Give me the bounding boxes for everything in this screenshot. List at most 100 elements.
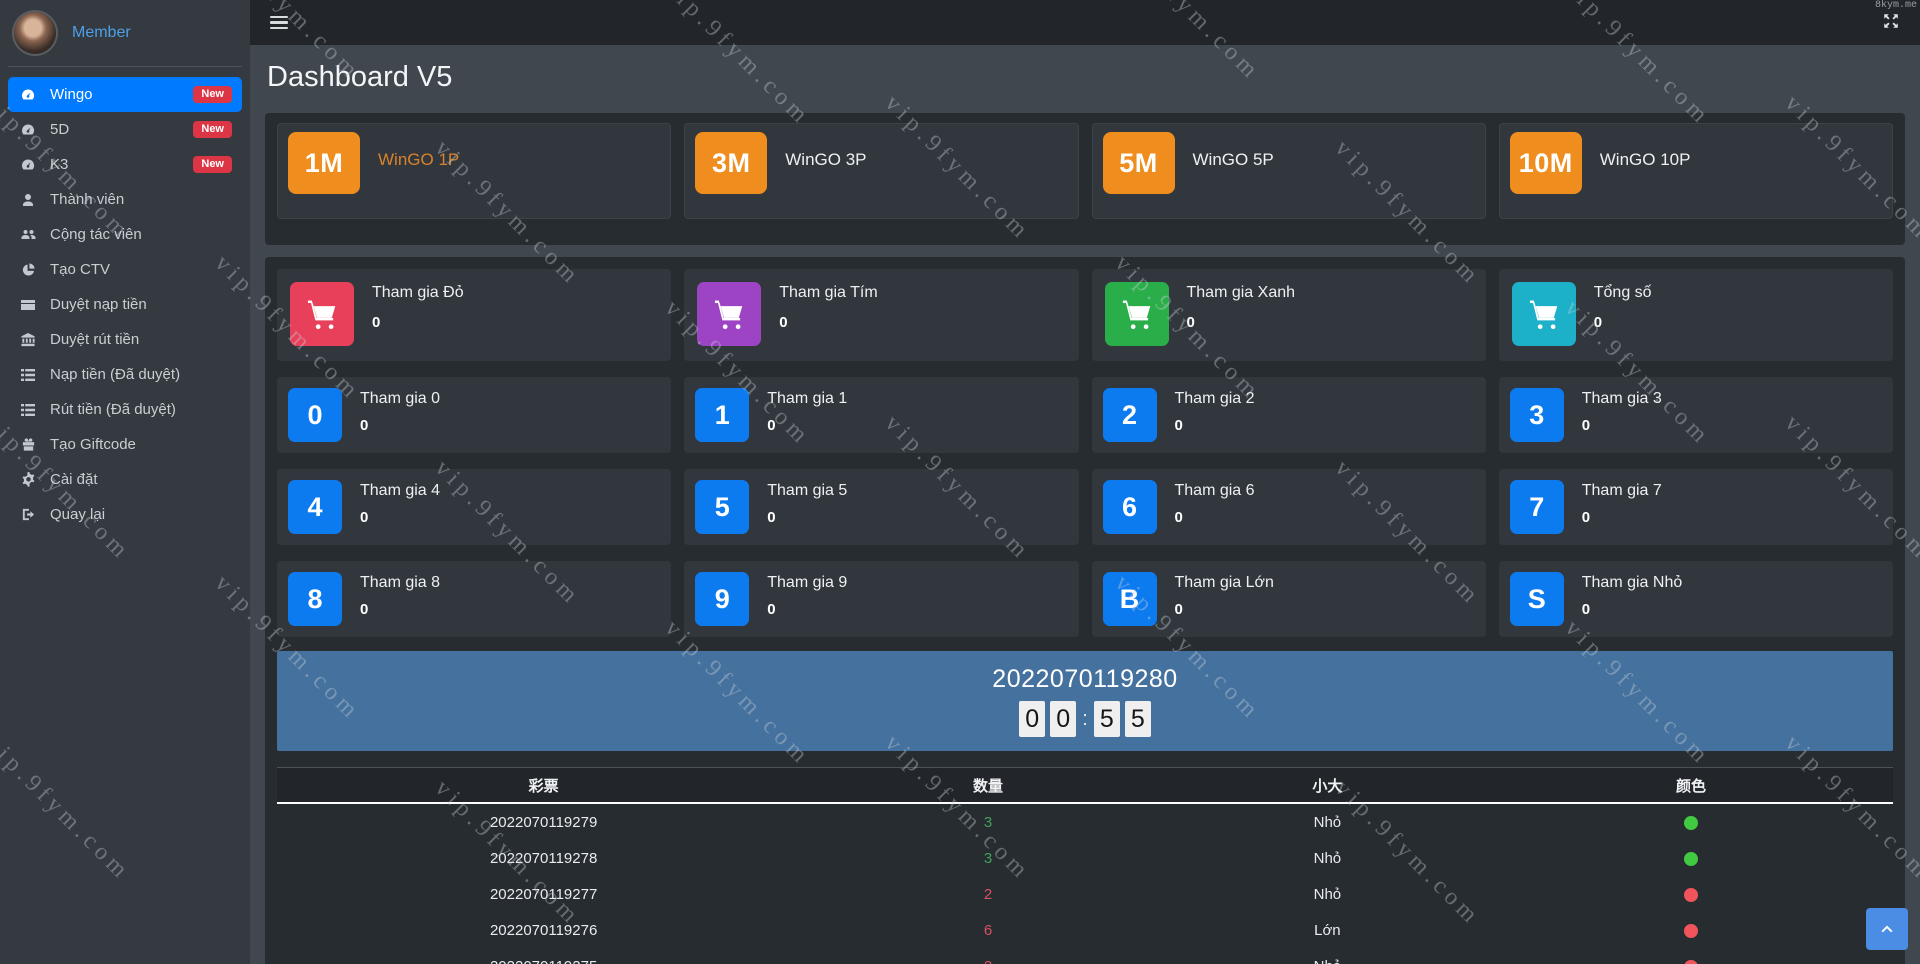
user-icon	[18, 192, 38, 208]
wingo-1p-card[interactable]: 1M WinGO 1P	[277, 123, 672, 219]
page-title: Dashboard V5	[267, 61, 453, 93]
content-area: Dashboard V5 1M WinGO 1P 3M WinGO 3P 5M …	[250, 45, 1920, 964]
sidebar-item-label: Nạp tiền (Đã duyệt)	[50, 366, 181, 383]
wingo-3p-card[interactable]: 3M WinGO 3P	[684, 123, 1079, 219]
sidebar-item-deposit-approved[interactable]: Nạp tiền (Đã duyệt)	[8, 357, 242, 392]
sidebar-item-logout[interactable]: Quay lại	[8, 497, 242, 532]
stat-title: Tham gia 7	[1581, 482, 1662, 499]
period-cell: 2022070119275	[277, 948, 810, 964]
sidebar-item-approve-deposit[interactable]: Duyệt nạp tiền	[8, 287, 242, 322]
countdown-digit: 0	[1019, 701, 1046, 737]
stat-value: 0	[360, 509, 369, 526]
sidebar-item-5d[interactable]: 5D New	[8, 112, 242, 147]
stat-card-number-6: 6 Tham gia 6 0	[1091, 469, 1486, 545]
stat-value: 0	[767, 417, 776, 434]
sidebar-item-members[interactable]: Thành viên	[8, 182, 242, 217]
cart-icon	[1511, 282, 1576, 346]
fullscreen-button[interactable]	[1880, 10, 1902, 35]
wingo-3p-label[interactable]: WinGO 3P	[785, 150, 866, 170]
scroll-to-top-button[interactable]	[1866, 908, 1908, 950]
stat-title: Tham gia Nhỏ	[1581, 574, 1683, 591]
stat-value: 0	[360, 601, 369, 618]
gear-icon	[18, 472, 38, 488]
wingo-1p-label[interactable]: WinGO 1P	[378, 150, 459, 170]
corner-note: 8kym.me	[1874, 0, 1917, 11]
number-tile: 6	[1102, 480, 1157, 534]
credit-card-icon	[18, 297, 38, 313]
wingo-5p-label[interactable]: WinGO 5P	[1193, 150, 1274, 170]
sidebar-item-settings[interactable]: Cài đặt	[8, 462, 242, 497]
sidebar-item-label: Tạo CTV	[50, 261, 111, 278]
stat-title: Tham gia 8	[360, 574, 441, 591]
stat-title: Tham gia Tím	[779, 284, 878, 301]
stat-card-number-7: 7 Tham gia 7 0	[1498, 469, 1893, 545]
top-navbar: 8kym.me	[250, 0, 1920, 45]
number-tile: 8	[288, 572, 342, 626]
stat-value: 0	[372, 314, 381, 331]
stat-value: 0	[767, 509, 776, 526]
stat-title: Tham gia 4	[360, 482, 441, 499]
app-window: Member Wingo New 5D New K3 New Thành viê	[0, 0, 1920, 964]
user-panel[interactable]: Member	[8, 10, 242, 64]
color-cell	[1489, 948, 1893, 964]
sidebar-item-label: Quay lại	[50, 506, 106, 523]
sidebar-item-label: Duyệt rút tiền	[50, 331, 140, 348]
sidebar-item-create-ctv[interactable]: Tạo CTV	[8, 252, 242, 287]
stat-card-number-4: 4 Tham gia 4 0	[277, 469, 672, 545]
sidebar-item-withdraw-approved[interactable]: Rút tiền (Đã duyệt)	[8, 392, 242, 427]
new-badge: New	[193, 156, 232, 173]
stat-title: Tham gia 5	[767, 482, 848, 499]
sidebar-toggle-button[interactable]	[268, 12, 290, 34]
sidebar-item-label: Cộng tác viên	[50, 226, 142, 243]
sidebar-item-approve-withdraw[interactable]: Duyệt rút tiền	[8, 322, 242, 357]
stat-title: Tham gia 9	[767, 574, 848, 591]
new-badge: New	[193, 121, 232, 138]
sidebar-item-create-giftcode[interactable]: Tạo Giftcode	[8, 427, 242, 462]
table-row: 2022070119275 2 Nhỏ	[277, 948, 1893, 964]
wingo-10p-label[interactable]: WinGO 10P	[1600, 150, 1691, 170]
list-icon	[18, 402, 38, 418]
quantity-cell: 2	[810, 948, 1166, 964]
stat-value: 0	[1593, 314, 1603, 331]
sidebar: Member Wingo New 5D New K3 New Thành viê	[0, 0, 250, 964]
sidebar-item-k3[interactable]: K3 New	[8, 147, 242, 182]
stat-card-big: B Tham gia Lớn 0	[1091, 561, 1486, 637]
size-cell: Nhỏ	[1313, 813, 1342, 831]
sidebar-menu: Wingo New 5D New K3 New Thành viên Cộng …	[8, 77, 242, 532]
period-cell: 2022070119276	[489, 921, 598, 939]
wingo-5p-card[interactable]: 5M WinGO 5P	[1091, 123, 1486, 219]
result-color-dot	[1683, 851, 1698, 866]
stat-card-red: Tham gia Đỏ 0	[277, 269, 672, 361]
stat-card-small: S Tham gia Nhỏ 0	[1498, 561, 1893, 637]
number-stats-row-2: 4 Tham gia 4 0 5 Tham gia 5 0 6 Tham gia 6…	[277, 469, 1893, 545]
number-tile: 4	[288, 480, 342, 534]
stat-value: 0	[767, 601, 776, 618]
number-tile: 5	[695, 480, 750, 534]
table-row: 2022070119277 2 Nhỏ	[277, 876, 1893, 912]
color-cell	[1489, 840, 1893, 876]
avatar	[14, 12, 56, 54]
wingo-10p-card[interactable]: 10M WinGO 10P	[1498, 123, 1893, 219]
number-tile: 3	[1509, 388, 1564, 442]
stat-value: 0	[1186, 314, 1195, 331]
stat-card-number-2: 2 Tham gia 2 0	[1091, 377, 1486, 453]
stat-title: Tham gia Đỏ	[372, 284, 464, 301]
stat-card-total: Tổng số 0	[1498, 269, 1893, 361]
color-cell	[1489, 803, 1893, 840]
sidebar-item-label: K3	[50, 156, 69, 173]
size-cell: Lớn	[1314, 921, 1341, 939]
stat-title: Tổng số	[1593, 284, 1652, 301]
stat-title: Tham gia Lớn	[1174, 574, 1274, 591]
sidebar-item-collaborators[interactable]: Cộng tác viên	[8, 217, 242, 252]
results-table: 彩票 数量 小大 颜色 2022070119279 3 Nhỏ 20220701…	[277, 767, 1893, 964]
countdown-digit: 5	[1124, 701, 1151, 737]
sidebar-item-wingo[interactable]: Wingo New	[8, 77, 242, 112]
cart-icon	[697, 282, 762, 346]
table-row: 2022070119276 6 Lớn	[277, 912, 1893, 948]
quantity-cell: 6	[983, 921, 993, 939]
stat-value: 0	[779, 314, 788, 331]
quantity-cell: 3	[983, 849, 993, 867]
sidebar-item-label: 5D	[50, 121, 70, 138]
stat-card-number-9: 9 Tham gia 9 0	[684, 561, 1079, 637]
column-header-size: 小大	[1165, 767, 1489, 804]
